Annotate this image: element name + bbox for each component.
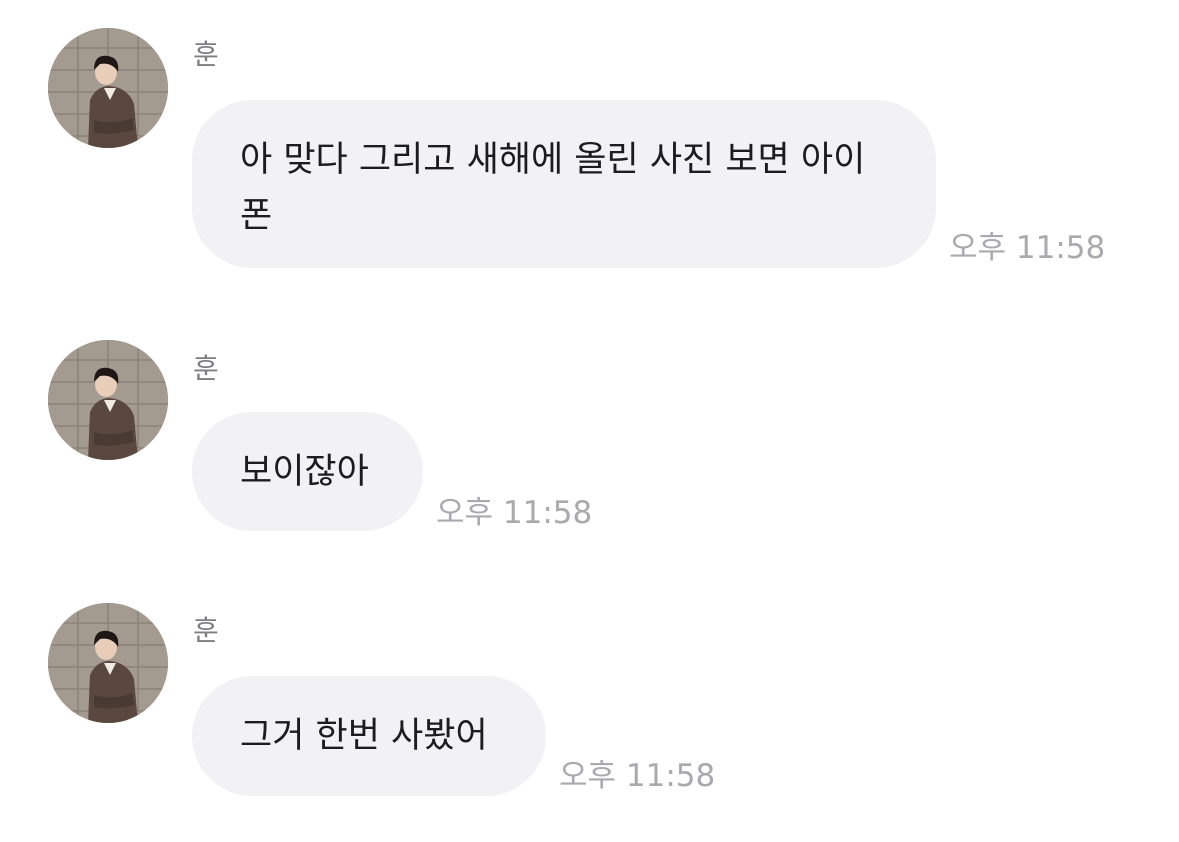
- message-timestamp: 오후 11:58: [436, 495, 593, 531]
- message-bubble[interactable]: 보이잖아: [192, 412, 423, 531]
- sender-name: 훈: [193, 38, 219, 71]
- sender-name: 훈: [193, 614, 219, 647]
- profile-photo-icon: [48, 340, 168, 460]
- avatar[interactable]: [48, 28, 168, 148]
- avatar[interactable]: [48, 340, 168, 460]
- message-bubble[interactable]: 아 맞다 그리고 새해에 올린 사진 보면 아이 폰: [192, 100, 936, 268]
- message-bubble[interactable]: 그거 한번 사봤어: [192, 676, 546, 796]
- message-timestamp: 오후 11:58: [559, 758, 716, 794]
- profile-photo-icon: [48, 603, 168, 723]
- message-timestamp: 오후 11:58: [949, 230, 1106, 266]
- avatar[interactable]: [48, 603, 168, 723]
- chat-thread: 훈 아 맞다 그리고 새해에 올린 사진 보면 아이 폰 오후 11:58 훈 …: [0, 0, 1179, 842]
- sender-name: 훈: [193, 352, 219, 385]
- profile-photo-icon: [48, 28, 168, 148]
